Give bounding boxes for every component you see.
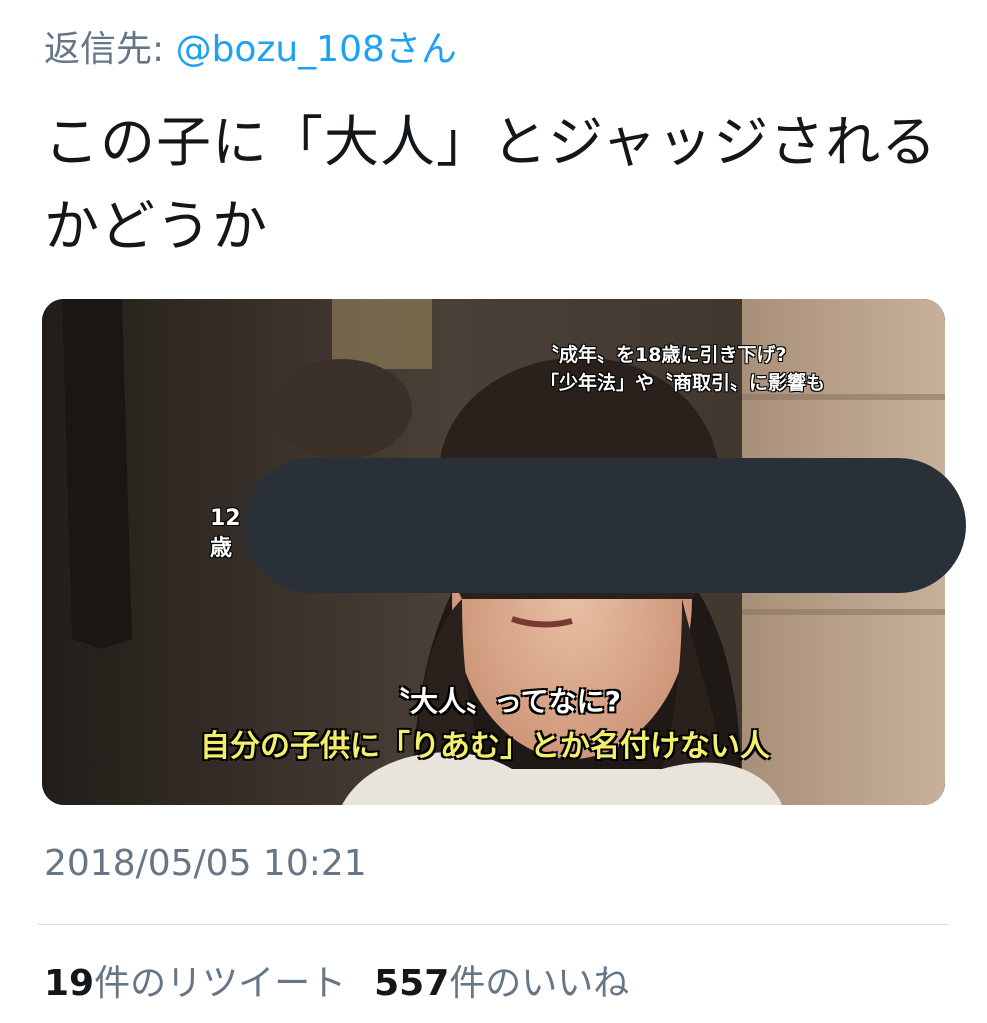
caption-headline-line1: 〝成年〟を18歳に引き下げ? [540,344,787,366]
engagement-stats: 19件のリツイート 557件のいいね [44,958,629,1010]
tweet-text: この子に「大人」とジャッジされるかどうか [44,110,938,258]
tweet-timestamp[interactable]: 2018/05/05 10:21 [44,838,367,890]
retweets-stat[interactable]: 19件のリツイート [44,963,346,1004]
reply-to-handle-link[interactable]: @bozu_108さん [176,29,457,70]
likes-stat[interactable]: 557件のいいね [374,963,629,1004]
divider [38,924,948,925]
caption-question: 〝大人〟ってなに? [382,685,621,718]
retweets-label: 件のリツイート [94,963,347,1004]
caption-age: 12 歳 [210,504,241,564]
likes-label: 件のいいね [449,963,630,1004]
caption-age-number: 12 [210,506,241,531]
retweets-count: 19 [44,963,95,1004]
reply-to-prefix: 返信先: [44,29,176,70]
caption-headline: 〝成年〟を18歳に引き下げ? 「少年法」や〝商取引〟に影響も [540,341,825,397]
caption-headline-line2: 「少年法」や〝商取引〟に影響も [540,372,826,394]
likes-count: 557 [374,963,450,1004]
face-redaction-bar [244,458,966,593]
caption-answer: 自分の子供に「りあむ」とか名付けない人 [200,729,770,764]
caption-age-unit: 歳 [210,536,233,561]
reply-to-line: 返信先: @bozu_108さん [44,24,457,76]
